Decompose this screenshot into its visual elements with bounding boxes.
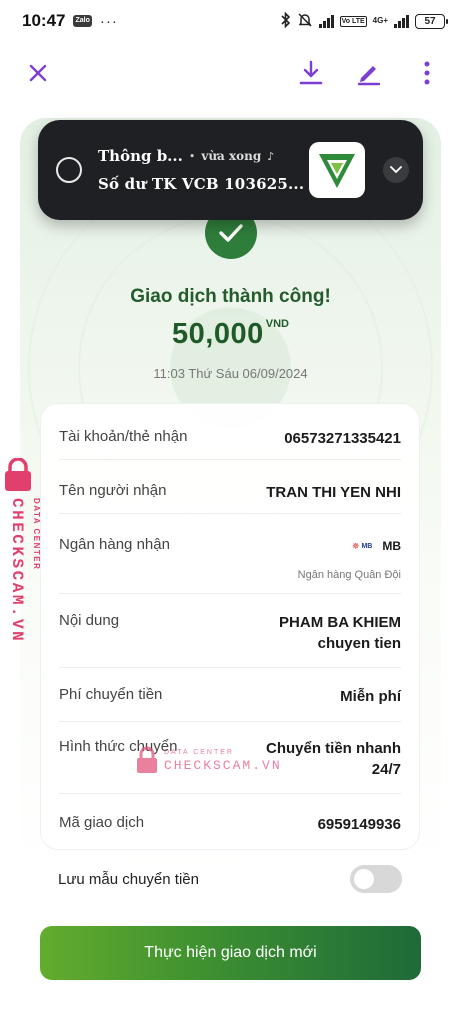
detail-row-bank: Ngân hàng nhận ✵ MB MB Ngân hàng Quân Đội — [59, 514, 401, 594]
watermark-center: DATA CENTER CHECKSCAM.VN — [136, 742, 296, 778]
save-template-label: Lưu mẫu chuyển tiền — [58, 870, 199, 888]
download-icon[interactable] — [297, 59, 325, 87]
content-value: PHAM BA KHIEM chuyen tien — [279, 612, 401, 654]
detail-row-account: Tài khoản/thẻ nhận 06573271335421 — [59, 404, 401, 460]
currency-label: VND — [265, 318, 289, 330]
mute-bell-icon — [297, 12, 313, 31]
mb-bank-logo-icon: ✵ MB — [351, 541, 373, 551]
battery-icon: 57 — [415, 13, 448, 29]
detail-label: Tài khoản/thẻ nhận — [59, 428, 188, 445]
watermark-center-text: DATA CENTER CHECKSCAM.VN — [164, 749, 282, 772]
edit-pencil-icon[interactable] — [355, 59, 383, 87]
detail-label: Mã giao dịch — [59, 814, 145, 831]
notification-title: Thông b... — [98, 147, 183, 165]
network-type: 4G+ — [372, 16, 388, 25]
detail-value: 06573271335421 — [284, 430, 401, 447]
transaction-amount: 50,000 — [172, 318, 264, 350]
detail-value: 6959149936 — [317, 816, 401, 833]
detail-row-content: Nội dung PHAM BA KHIEM chuyen tien — [59, 594, 401, 668]
status-left: 10:47 Zalo ··· — [22, 11, 118, 31]
watermark-big: CHECKSCAM.VN — [164, 757, 282, 773]
more-notifications-icon: ··· — [99, 12, 118, 30]
save-template-toggle[interactable] — [350, 865, 402, 893]
transaction-details-card: Tài khoản/thẻ nhận 06573271335421 Tên ng… — [40, 403, 420, 850]
bank-value: ✵ MB MB Ngân hàng Quân Đội — [298, 536, 401, 581]
detail-label: Phí chuyển tiền — [59, 686, 163, 703]
watermark-lock-icon — [137, 746, 157, 773]
notification-separator: • — [188, 149, 196, 163]
detail-label: Ngân hàng nhận — [59, 536, 170, 553]
bluetooth-icon — [281, 11, 291, 31]
new-transaction-button[interactable]: Thực hiện giao dịch mới — [40, 926, 421, 980]
bank-line: ✵ MB MB — [298, 536, 401, 557]
detail-row-fee: Phí chuyển tiền Miễn phí — [59, 668, 401, 722]
detail-value: Miễn phí — [340, 688, 401, 705]
status-right: Vo LTE 4G+ 57 — [281, 11, 448, 31]
notification-content: Thông b... • vừa xong ♪ Số dư TK VCB 103… — [98, 147, 309, 193]
notification-time: vừa xong — [201, 149, 262, 163]
notification-banner[interactable]: Thông b... • vừa xong ♪ Số dư TK VCB 103… — [38, 120, 423, 220]
vietcombank-logo-icon — [309, 142, 365, 198]
signal-icon — [318, 14, 334, 28]
bank-full-name: Ngân hàng Quân Đội — [297, 569, 401, 581]
more-vertical-icon[interactable] — [413, 59, 441, 87]
detail-value: PHAM BA KHIEM — [279, 614, 401, 631]
detail-value: MB — [382, 539, 401, 553]
app-bar — [0, 48, 461, 98]
status-bar: 10:47 Zalo ··· Vo LTE 4G+ 57 — [0, 0, 461, 42]
amount-row: 50,000 VND — [0, 318, 461, 351]
app-bar-actions — [297, 59, 441, 87]
transaction-status: Giao dịch thành công! — [130, 286, 331, 307]
watermark-small: DATA CENTER — [164, 748, 234, 756]
toggle-knob — [354, 869, 374, 889]
detail-row-transaction-id: Mã giao dịch 6959149936 — [59, 794, 401, 850]
detail-value: TRAN THI YEN NHI — [266, 484, 401, 501]
transaction-datetime: 11:03 Thứ Sáu 06/09/2024 — [153, 366, 308, 381]
watermark-left-big: CHECKSCAM.VN — [8, 498, 26, 643]
notification-header: Thông b... • vừa xong ♪ — [98, 147, 309, 165]
volte-icon: Vo LTE — [339, 15, 367, 27]
zalo-notification-icon: Zalo — [73, 15, 92, 27]
detail-row-recipient: Tên người nhận TRAN THI YEN NHI — [59, 460, 401, 514]
detail-value-line-2: chuyen tien — [317, 635, 401, 652]
watermark-left-small: DATA CENTER — [32, 498, 41, 570]
chevron-down-icon[interactable] — [383, 157, 409, 183]
notification-body: Số dư TK VCB 103625... — [98, 175, 305, 193]
detail-label: Nội dung — [59, 612, 120, 629]
close-icon[interactable] — [24, 59, 52, 87]
status-time: 10:47 — [22, 11, 66, 30]
notification-alert-icon: ♪ — [267, 149, 275, 163]
watermark-left: DATA CENTER CHECKSCAM.VN — [5, 458, 41, 643]
save-template-row: Lưu mẫu chuyển tiền — [58, 864, 402, 894]
notification-select-icon[interactable] — [56, 157, 82, 183]
detail-label: Tên người nhận — [59, 482, 167, 499]
signal-icon-2 — [394, 14, 409, 28]
